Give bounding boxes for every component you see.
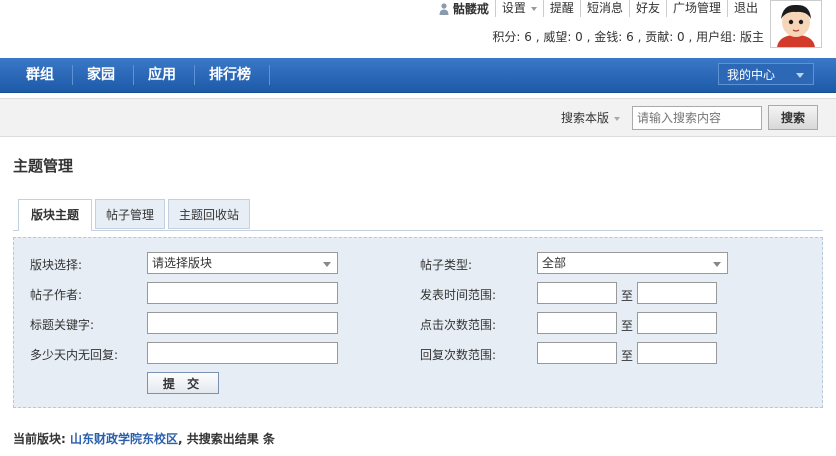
- nav-item-rankings[interactable]: 排行榜: [195, 65, 270, 85]
- reminders-link[interactable]: 提醒: [542, 0, 580, 17]
- range-to-text: 至: [621, 289, 634, 303]
- chevron-down-icon: [530, 6, 537, 11]
- my-center-dropdown[interactable]: 我的中心: [718, 63, 814, 85]
- user-icon: [439, 2, 449, 15]
- avatar-image: [771, 1, 821, 47]
- noreply-days-label: 多少天内无回复:: [30, 348, 119, 362]
- nav-item-groups[interactable]: 群组: [12, 65, 73, 85]
- post-time-to-field[interactable]: [637, 282, 717, 304]
- settings-link[interactable]: 设置: [494, 0, 543, 17]
- current-forum-link[interactable]: 山东财政学院东校区: [70, 432, 178, 446]
- plaza-admin-link[interactable]: 广场管理: [665, 0, 727, 17]
- thread-type-select[interactable]: 全部: [537, 252, 728, 274]
- noreply-days-field[interactable]: [147, 342, 338, 364]
- post-time-from-field[interactable]: [537, 282, 617, 304]
- forum-select-label: 版块选择:: [30, 258, 83, 272]
- my-center-label: 我的中心: [727, 68, 776, 82]
- tab-bar: 版块主题 帖子管理 主题回收站: [13, 199, 823, 231]
- friends-link[interactable]: 好友: [628, 0, 666, 17]
- username-link[interactable]: 骷髅戒: [439, 0, 495, 17]
- search-button[interactable]: 搜索: [768, 105, 818, 130]
- forum-select-value: 请选择版块: [152, 256, 213, 270]
- author-label: 帖子作者:: [30, 288, 83, 302]
- top-links: 骷髅戒 设置 提醒 短消息 好友 广场管理 退出: [439, 0, 764, 17]
- chevron-down-icon: [796, 73, 804, 78]
- click-count-label: 点击次数范围:: [420, 318, 497, 332]
- reply-count-label: 回复次数范围:: [420, 348, 497, 362]
- search-scope-label: 搜索本版: [561, 111, 610, 125]
- main-nav: 群组 家园 应用 排行榜 我的中心: [0, 58, 836, 93]
- nav-item-home[interactable]: 家园: [73, 65, 134, 85]
- chevron-down-icon: [614, 116, 621, 121]
- username: 骷髅戒: [452, 2, 489, 16]
- submit-button[interactable]: 提 交: [147, 372, 219, 394]
- keyword-field[interactable]: [147, 312, 338, 334]
- author-field[interactable]: [147, 282, 338, 304]
- result-prefix: 当前版块:: [13, 432, 70, 446]
- chevron-down-icon: [713, 262, 721, 267]
- search-scope-dropdown[interactable]: 搜索本版: [561, 109, 621, 126]
- post-time-label: 发表时间范围:: [420, 288, 497, 302]
- range-to-text: 至: [621, 319, 634, 333]
- tab-post-management[interactable]: 帖子管理: [95, 199, 165, 229]
- nav-item-apps[interactable]: 应用: [134, 65, 195, 85]
- top-bar: 骷髅戒 设置 提醒 短消息 好友 广场管理 退出 积分: 6 , 威望: 0 ,…: [0, 0, 836, 58]
- result-suffix: , 共搜索出结果 条: [178, 432, 275, 446]
- reply-count-from-field[interactable]: [537, 342, 617, 364]
- tab-recycle-bin[interactable]: 主题回收站: [168, 199, 250, 229]
- search-input[interactable]: [632, 106, 762, 130]
- forum-select[interactable]: 请选择版块: [147, 252, 338, 274]
- search-form-panel: 版块选择: 请选择版块 帖子作者: 标题关键字: 多少天内无回复: 帖子类型: …: [13, 237, 823, 408]
- tab-forum-threads[interactable]: 版块主题: [18, 199, 92, 231]
- thread-type-value: 全部: [542, 256, 567, 270]
- logout-link[interactable]: 退出: [726, 0, 764, 17]
- thread-type-label: 帖子类型:: [420, 258, 473, 272]
- page-title: 主题管理: [13, 157, 74, 175]
- range-to-text: 至: [621, 349, 634, 363]
- search-bar: 搜索本版 搜索: [0, 98, 836, 137]
- click-count-from-field[interactable]: [537, 312, 617, 334]
- reply-count-to-field[interactable]: [637, 342, 717, 364]
- chevron-down-icon: [323, 262, 331, 267]
- result-summary: 当前版块: 山东财政学院东校区, 共搜索出结果 条: [13, 430, 275, 447]
- messages-link[interactable]: 短消息: [579, 0, 629, 17]
- keyword-label: 标题关键字:: [30, 318, 95, 332]
- user-stats: 积分: 6 , 威望: 0 , 金钱: 6 , 贡献: 0 , 用户组: 版主: [492, 30, 764, 44]
- avatar[interactable]: [770, 0, 822, 48]
- click-count-to-field[interactable]: [637, 312, 717, 334]
